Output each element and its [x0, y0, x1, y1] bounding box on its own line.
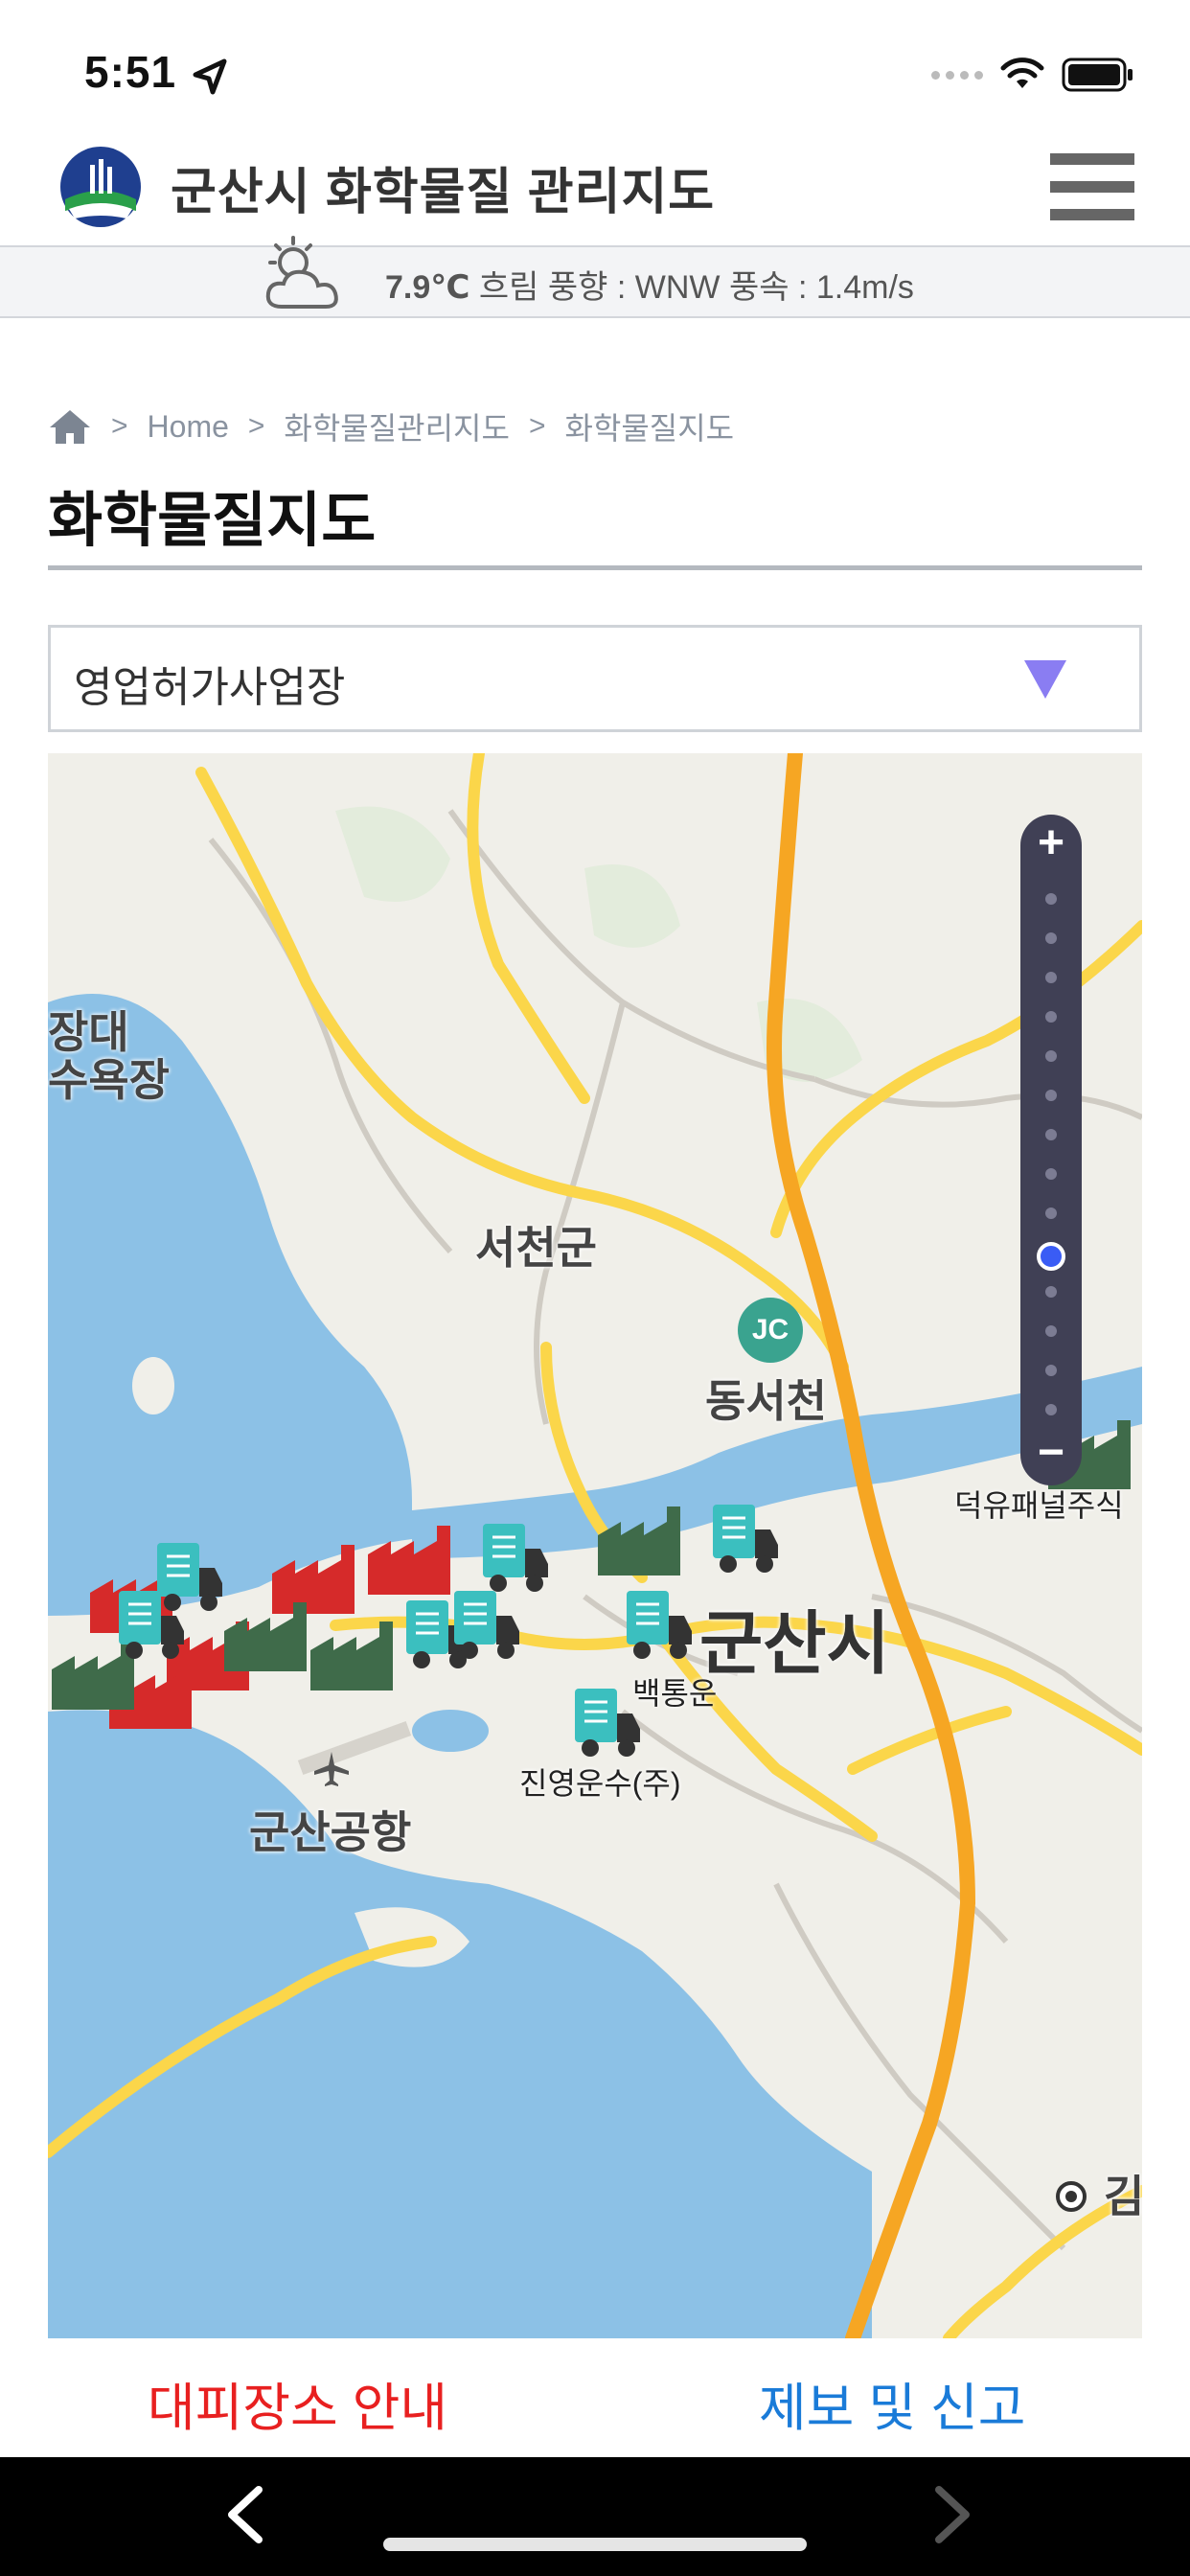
select-value: 영업허가사업장: [74, 664, 346, 711]
map-zoom-control: + −: [1020, 815, 1082, 1485]
chevron-right-icon: >: [247, 410, 265, 442]
page-title: 화학물질지도: [48, 488, 377, 554]
chevron-right-icon: >: [111, 410, 128, 442]
report-link[interactable]: 제보 및 신고: [759, 2365, 1025, 2441]
zoom-slider-thumb[interactable]: [1037, 1242, 1065, 1271]
zoom-level-dot[interactable]: [1045, 1090, 1057, 1101]
weather-temperature: 7.9℃: [385, 269, 470, 306]
airplane-icon: [314, 1752, 349, 1786]
zoom-level-dot[interactable]: [1045, 893, 1057, 905]
truck-marker-icon[interactable]: [623, 1587, 694, 1664]
factory-marker-icon[interactable]: [307, 1616, 399, 1692]
breadcrumb-item[interactable]: 화학물질관리지도: [284, 404, 510, 448]
title-divider: [48, 565, 1142, 570]
weather-text: 7.9℃ 흐림 풍향 : WNW 풍속 : 1.4m/s: [385, 261, 914, 308]
factory-marker-icon[interactable]: [594, 1501, 686, 1577]
wifi-icon: [1000, 58, 1044, 88]
truck-marker-icon[interactable]: [709, 1501, 780, 1577]
browser-nav-bar: [0, 2457, 1190, 2576]
status-time: 5:51: [84, 47, 177, 97]
breadcrumb: > Home > 화학물질관리지도 > 화학물질지도: [48, 402, 734, 450]
menu-line: [1050, 153, 1134, 165]
zoom-level-dot[interactable]: [1045, 1286, 1057, 1298]
back-arrow-icon[interactable]: [218, 2484, 276, 2545]
map-label-gim: 김: [1104, 2172, 1142, 2221]
chemical-map[interactable]: 장대 수욕장 서천군 JC 동서천 군산시 군산공항 덕유패널주식 진영운수(주…: [48, 753, 1142, 2338]
dropdown-arrow-icon: [1024, 660, 1066, 699]
menu-line: [1050, 181, 1134, 193]
truck-marker-icon[interactable]: [571, 1685, 642, 1761]
app-title: 군산시 화학물질 관리지도: [171, 165, 716, 220]
home-indicator[interactable]: [383, 2538, 807, 2551]
forward-arrow-icon[interactable]: [922, 2484, 979, 2545]
city-logo-icon[interactable]: [57, 144, 144, 230]
cellular-signal-icon: [931, 70, 983, 80]
cloudy-sun-icon: [265, 236, 338, 309]
zoom-level-dot[interactable]: [1045, 1208, 1057, 1219]
hamburger-menu-button[interactable]: [1050, 153, 1134, 222]
zoom-level-dot[interactable]: [1045, 1050, 1057, 1062]
city-point-icon: [1056, 2181, 1087, 2212]
status-indicators: [931, 54, 1134, 96]
map-label-beach: 수욕장: [48, 1055, 170, 1105]
zoom-level-dot[interactable]: [1045, 932, 1057, 944]
map-label-company: 백통운: [632, 1676, 718, 1711]
zoom-level-dot[interactable]: [1045, 1011, 1057, 1023]
map-label-seocheon: 서천군: [475, 1223, 597, 1273]
map-label-company: 진영운수(주): [519, 1766, 681, 1801]
battery-icon: [1062, 58, 1133, 92]
weather-bar: 7.9℃ 흐림 풍향 : WNW 풍속 : 1.4m/s: [0, 236, 1190, 318]
zoom-level-dot[interactable]: [1045, 1325, 1057, 1337]
status-bar: 5:51: [0, 0, 1190, 144]
menu-line: [1050, 209, 1134, 220]
bottom-links: 대피장소 안내 제보 및 신고: [0, 2338, 1190, 2453]
junction-badge: JC: [738, 1298, 803, 1363]
breadcrumb-item[interactable]: Home: [148, 409, 229, 445]
breadcrumb-item[interactable]: 화학물질지도: [564, 404, 734, 448]
zoom-in-button[interactable]: +: [1020, 815, 1082, 876]
truck-marker-icon[interactable]: [479, 1520, 550, 1597]
zoom-level-dot[interactable]: [1045, 1365, 1057, 1376]
zoom-level-dot[interactable]: [1045, 972, 1057, 983]
chevron-right-icon: >: [528, 410, 546, 442]
map-label-dongseocheon: 동서천: [705, 1376, 827, 1426]
zoom-level-dot[interactable]: [1045, 1404, 1057, 1415]
truck-marker-icon[interactable]: [115, 1587, 186, 1664]
weather-details: 흐림 풍향 : WNW 풍속 : 1.4m/s: [469, 269, 914, 306]
map-label-gunsan: 군산시: [699, 1606, 890, 1683]
location-arrow-icon: [193, 58, 227, 95]
facility-type-select[interactable]: 영업허가사업장: [48, 625, 1142, 732]
evacuation-guide-link[interactable]: 대피장소 안내: [148, 2365, 447, 2441]
map-label-airport: 군산공항: [249, 1807, 412, 1857]
zoom-out-button[interactable]: −: [1020, 1424, 1082, 1485]
factory-marker-icon[interactable]: [364, 1520, 456, 1597]
zoom-level-dot[interactable]: [1045, 1168, 1057, 1180]
factory-marker-icon[interactable]: [220, 1597, 312, 1673]
zoom-level-dot[interactable]: [1045, 1129, 1057, 1140]
app-header: 군산시 화학물질 관리지도: [0, 134, 1190, 245]
truck-marker-icon[interactable]: [450, 1587, 521, 1664]
home-icon[interactable]: [48, 407, 92, 446]
